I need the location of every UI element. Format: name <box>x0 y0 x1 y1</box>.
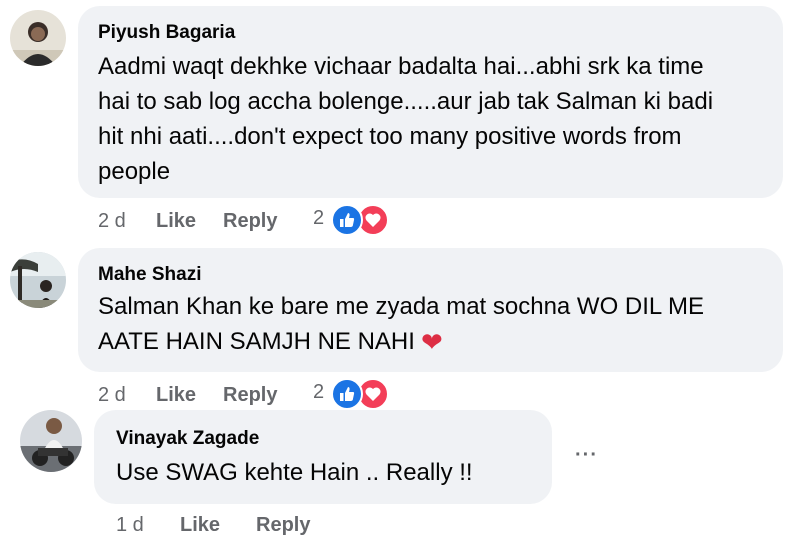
comment-text: Salman Khan ke bare me zyada mat sochna … <box>98 289 778 360</box>
comment-text: Aadmi waqt dekhke vichaar badalta hai...… <box>98 49 778 189</box>
more-options-icon[interactable]: ··· <box>575 444 598 467</box>
comment-text-line: AATE HAIN SAMJH NE NAHI <box>98 328 415 355</box>
comment-actions: 1 d Like Reply <box>116 514 336 536</box>
avatar[interactable] <box>10 10 66 66</box>
reaction-count: 2 <box>313 207 325 229</box>
heart-emoji-icon: ❤ <box>420 327 443 357</box>
comment-text: Use SWAG kehte Hain .. Really !! <box>116 455 546 490</box>
comment-author[interactable]: Vinayak Zagade <box>116 428 259 450</box>
reply-button[interactable]: Reply <box>256 514 310 537</box>
like-button[interactable]: Like <box>156 210 196 233</box>
comment-text-line: Salman Khan ke bare me zyada mat sochna … <box>98 293 705 320</box>
timestamp[interactable]: 2 d <box>98 210 126 233</box>
comment-text-line: people <box>98 158 171 185</box>
comment-author[interactable]: Mahe Shazi <box>98 264 201 286</box>
comment-text-line: hai to sab log accha bolenge.....aur jab… <box>98 88 714 115</box>
avatar[interactable] <box>10 252 66 308</box>
comment-text-line: Aadmi waqt dekhke vichaar badalta hai...… <box>98 53 704 80</box>
comment-actions: 2 d Like Reply <box>98 384 318 410</box>
like-button[interactable]: Like <box>156 384 196 407</box>
comment-text-line: hit nhi aati....don't expect too many po… <box>98 123 682 150</box>
reply-button[interactable]: Reply <box>223 210 277 233</box>
like-button[interactable]: Like <box>180 514 220 537</box>
comment-author[interactable]: Piyush Bagaria <box>98 22 235 44</box>
comment-actions: 2 d Like Reply <box>98 210 318 236</box>
reactions-summary[interactable]: 2 <box>313 204 393 236</box>
timestamp[interactable]: 2 d <box>98 384 126 407</box>
reactions-summary[interactable]: 2 <box>313 378 393 410</box>
comment-text-line: Use SWAG kehte Hain .. Really !! <box>116 459 473 486</box>
avatar[interactable] <box>20 410 82 472</box>
reply-button[interactable]: Reply <box>223 384 277 407</box>
thumbs-up-icon <box>331 378 363 410</box>
thumbs-up-icon <box>331 204 363 236</box>
timestamp[interactable]: 1 d <box>116 514 144 537</box>
reaction-count: 2 <box>313 381 325 403</box>
comment-text-line-with-emoji: AATE HAIN SAMJH NE NAHI ❤ <box>98 324 778 360</box>
